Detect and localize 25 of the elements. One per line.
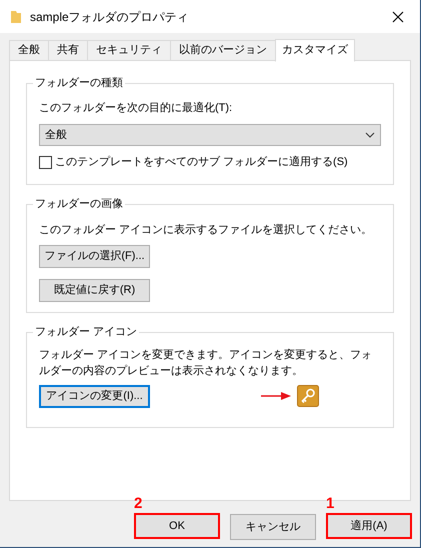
tab[interactable]: 全般 xyxy=(9,40,49,61)
checkbox[interactable] xyxy=(39,156,52,169)
key-icon xyxy=(297,385,319,407)
checkbox-label: このテンプレートをすべてのサブ フォルダーに適用する(S) xyxy=(55,154,348,170)
group-title: フォルダーの画像 xyxy=(34,197,124,212)
dropdown[interactable]: 全般 xyxy=(39,124,381,146)
button[interactable]: 適用(A) xyxy=(326,513,412,539)
folder-icon xyxy=(10,10,22,24)
group-title: フォルダー アイコン xyxy=(34,325,138,340)
button[interactable]: OK xyxy=(134,513,220,539)
window-title: sampleフォルダのプロパティ xyxy=(30,8,189,26)
close-icon xyxy=(392,10,404,22)
description: フォルダー アイコンを変更できます。アイコンを変更すると、フォルダーの内容のプレビューは表示されなくなります。 xyxy=(39,348,374,378)
callout-number: 2 xyxy=(134,496,142,511)
description: このフォルダー アイコンに表示するファイルを選択してください。 xyxy=(39,222,374,238)
button[interactable]: ファイルの選択(F)... xyxy=(39,245,150,268)
button[interactable]: アイコンの変更(I)... xyxy=(39,384,150,408)
callout-number: 1 xyxy=(326,496,334,511)
chevron-down-icon xyxy=(365,132,375,138)
button[interactable]: キャンセル xyxy=(230,514,316,540)
field-label: このフォルダーを次の目的に最適化(T): xyxy=(39,100,234,116)
tab[interactable]: カスタマイズ xyxy=(275,39,355,62)
button[interactable]: 既定値に戻す(R) xyxy=(39,279,150,302)
dropdown-value: 全般 xyxy=(45,128,67,143)
group-title: フォルダーの種類 xyxy=(34,76,124,91)
